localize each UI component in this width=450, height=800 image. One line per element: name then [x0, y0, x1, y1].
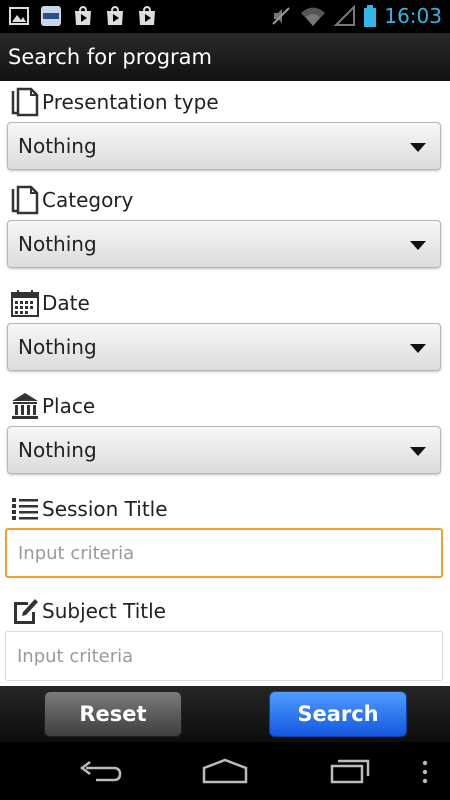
- app-icon: [41, 6, 61, 26]
- overflow-menu-icon[interactable]: [420, 760, 430, 784]
- subject-title-label-row: Subject Title: [10, 594, 166, 628]
- action-bar: Search for program: [0, 33, 450, 81]
- date-label: Date: [42, 291, 90, 315]
- play-store-icon: [75, 5, 91, 25]
- edit-icon: [14, 599, 38, 624]
- session-title-label: Session Title: [42, 497, 168, 521]
- navigation-bar: [0, 742, 450, 800]
- home-icon[interactable]: [200, 756, 250, 786]
- category-select[interactable]: Nothing: [7, 220, 441, 268]
- presentation-type-label: Presentation type: [42, 90, 219, 114]
- gallery-icon: [9, 7, 29, 25]
- dropdown-arrow-icon: [410, 143, 426, 152]
- dropdown-arrow-icon: [410, 344, 426, 353]
- system-icons: 16:03: [270, 4, 442, 28]
- place-select[interactable]: Nothing: [7, 426, 441, 474]
- date-value: Nothing: [18, 335, 97, 359]
- reset-button[interactable]: Reset: [44, 691, 182, 737]
- signal-icon: [334, 5, 356, 26]
- session-title-input[interactable]: [5, 528, 443, 578]
- bottom-action-bar: Reset Search: [0, 686, 450, 742]
- place-label: Place: [42, 394, 96, 418]
- wifi-icon: [301, 7, 326, 26]
- subject-title-input[interactable]: [5, 631, 443, 681]
- place-label-row: Place: [10, 389, 95, 423]
- building-icon: [12, 393, 38, 419]
- date-select[interactable]: Nothing: [7, 323, 441, 371]
- notification-icons: [8, 5, 158, 27]
- search-form: Presentation type Nothing Category Nothi…: [0, 81, 450, 686]
- dropdown-arrow-icon: [410, 447, 426, 456]
- clock: 16:03: [384, 4, 442, 28]
- presentation-type-value: Nothing: [18, 134, 97, 158]
- session-title-label-row: Session Title: [10, 492, 168, 526]
- category-label-row: Category: [10, 183, 133, 217]
- status-bar: 16:03: [0, 0, 450, 33]
- document-icon: [11, 185, 39, 215]
- category-value: Nothing: [18, 232, 97, 256]
- category-label: Category: [42, 188, 134, 212]
- presentation-type-label-row: Presentation type: [10, 85, 219, 119]
- document-icon: [11, 87, 39, 117]
- presentation-type-select[interactable]: Nothing: [7, 122, 441, 170]
- calendar-icon: [11, 290, 39, 317]
- mute-icon: [272, 7, 291, 25]
- battery-icon: [364, 5, 377, 27]
- play-store-icon: [139, 5, 155, 25]
- play-store-icon: [107, 5, 123, 25]
- subject-title-label: Subject Title: [42, 599, 166, 623]
- dropdown-arrow-icon: [410, 241, 426, 250]
- back-icon[interactable]: [76, 756, 124, 786]
- date-label-row: Date: [10, 286, 90, 320]
- page-title: Search for program: [8, 45, 213, 69]
- place-value: Nothing: [18, 438, 97, 462]
- search-button[interactable]: Search: [269, 691, 407, 737]
- recent-apps-icon[interactable]: [328, 756, 372, 786]
- list-icon: [12, 498, 38, 520]
